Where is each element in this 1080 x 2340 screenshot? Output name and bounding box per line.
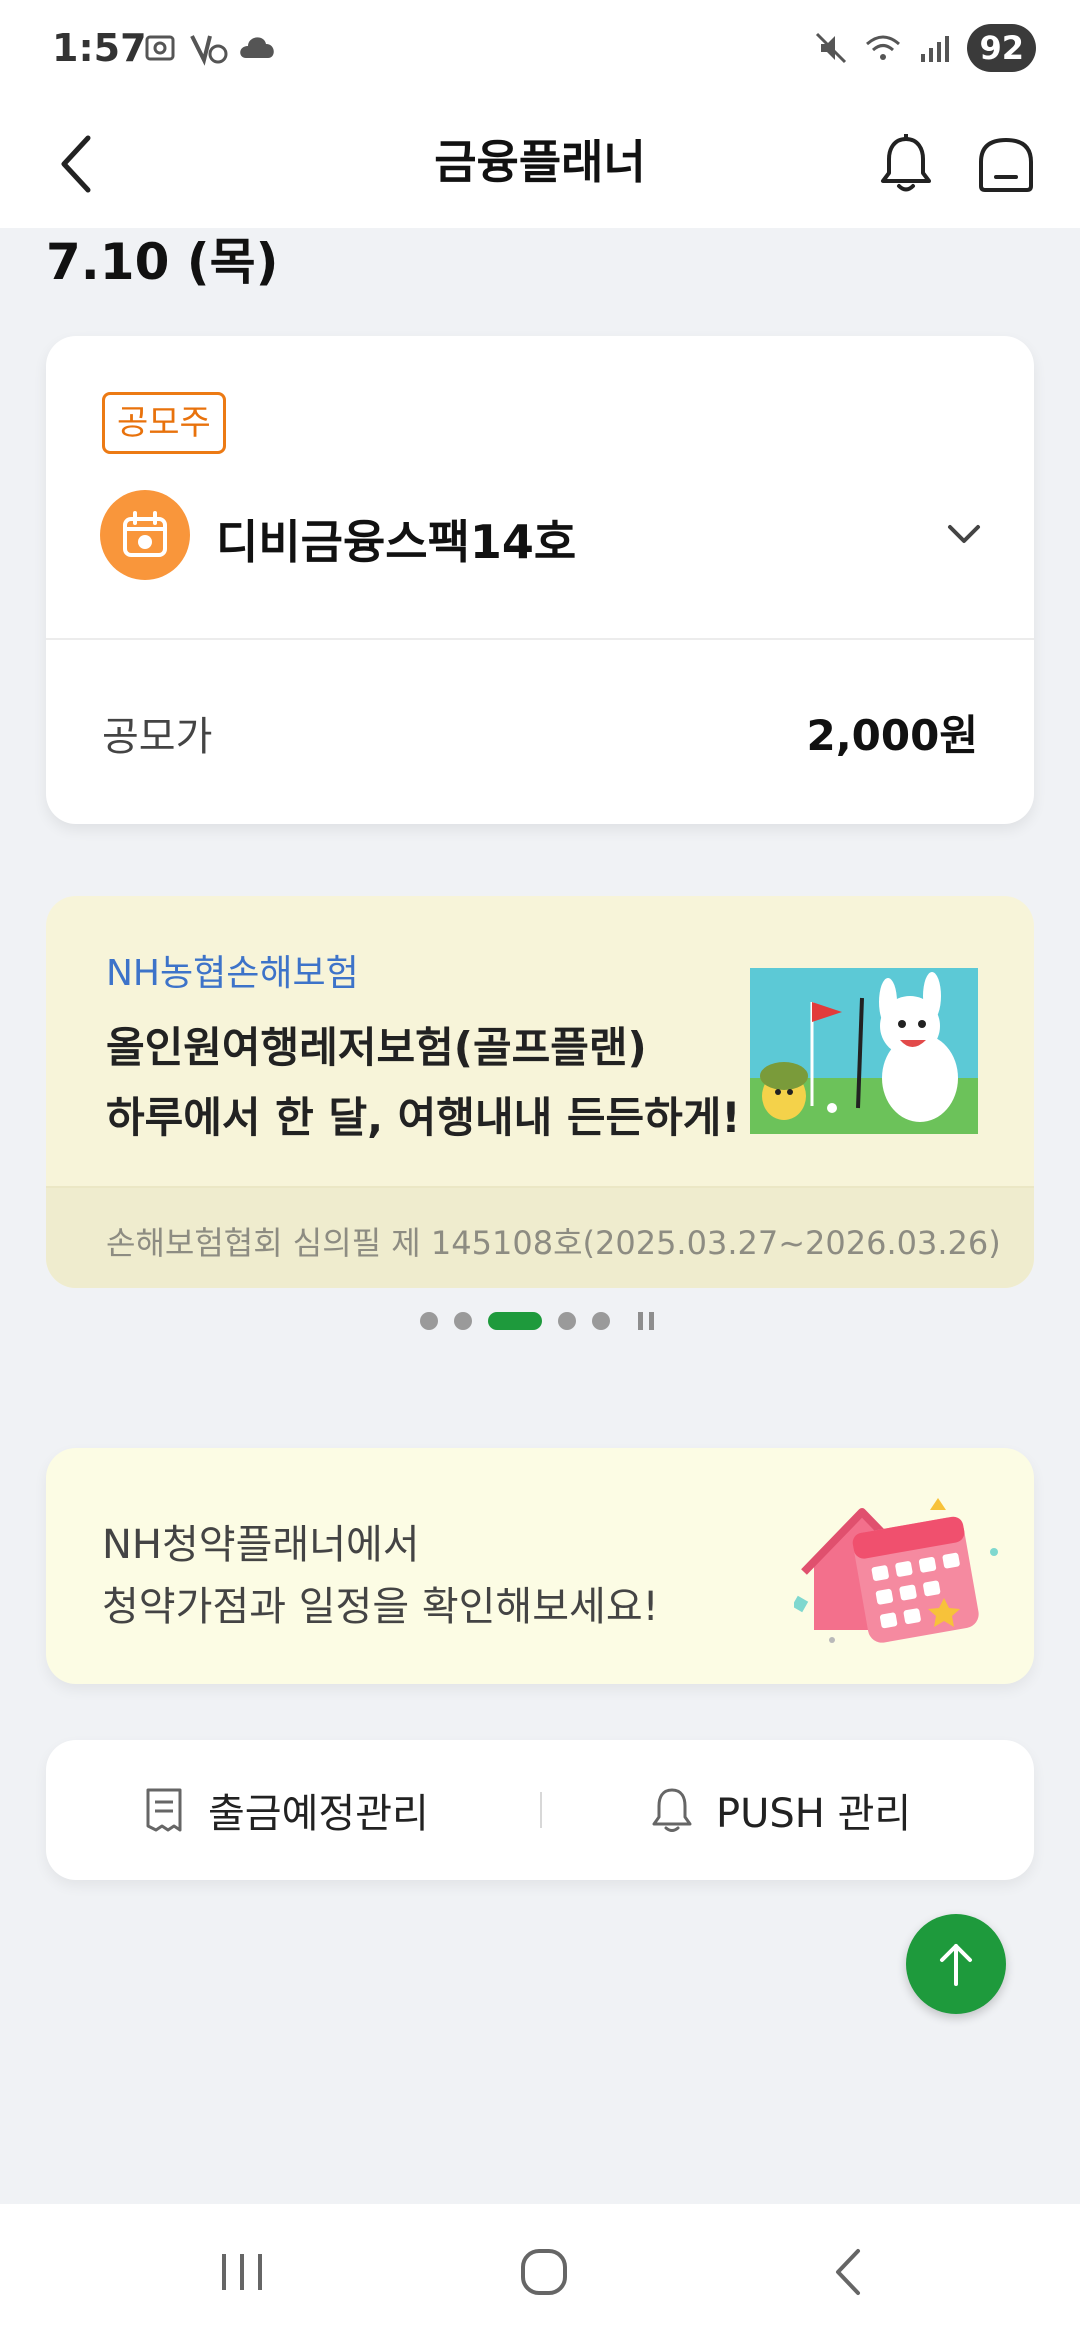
bell-icon xyxy=(652,1788,692,1832)
recent-apps-button[interactable] xyxy=(192,2232,292,2312)
calendar-icon xyxy=(100,490,190,580)
ipo-category-badge: 공모주 xyxy=(102,392,226,454)
back-arrow-icon xyxy=(836,2249,860,2295)
data-saver-icon xyxy=(190,35,228,66)
system-home-button[interactable] xyxy=(494,2232,594,2312)
subscription-planner-banner[interactable]: NH청약플래너에서 청약가점과 일정을 확인해보세요! xyxy=(46,1448,1034,1684)
system-navigation-bar xyxy=(0,2204,1080,2340)
home-button[interactable] xyxy=(966,120,1046,208)
house-calendar-illustration xyxy=(794,1498,998,1643)
subscription-banner-line2: 청약가점과 일정을 확인해보세요! xyxy=(102,1584,659,1630)
pager-dot-active[interactable] xyxy=(488,1312,542,1330)
ad-headline: 올인원여행레저보험(골프플랜) xyxy=(106,1023,647,1072)
receipt-icon xyxy=(146,1788,182,1832)
app-header: 금융플래너 xyxy=(0,100,1080,228)
status-time: 1:57 xyxy=(52,26,147,70)
pager-dot[interactable] xyxy=(454,1312,472,1330)
card-divider xyxy=(46,638,1034,640)
pager-dot[interactable] xyxy=(592,1312,610,1330)
home-icon xyxy=(979,137,1033,192)
notifications-button[interactable] xyxy=(866,120,946,208)
battery-level: 92 xyxy=(967,24,1036,72)
chevron-down-icon[interactable] xyxy=(942,512,986,556)
withdraw-schedule-label: 출금예정관리 xyxy=(208,1791,429,1837)
cloud-icon xyxy=(240,37,274,58)
ad-brand: NH농협손해보험 xyxy=(106,953,359,994)
schedule-date: 7.10 (목) xyxy=(46,233,279,291)
golf-character-illustration xyxy=(750,968,978,1134)
pager-dot[interactable] xyxy=(420,1312,438,1330)
subscription-banner-line1: NH청약플래너에서 xyxy=(102,1522,420,1568)
system-back-button[interactable] xyxy=(798,2232,898,2312)
action-divider xyxy=(540,1792,542,1828)
ipo-name: 디비금융스팩14호 xyxy=(216,515,577,569)
push-settings-button[interactable]: PUSH 관리 xyxy=(650,1740,911,1880)
scroll-to-top-button[interactable] xyxy=(906,1914,1006,2014)
ipo-price-value: 2,000원 xyxy=(806,711,979,760)
pager-dot[interactable] xyxy=(558,1312,576,1330)
bell-icon xyxy=(881,134,931,192)
status-bar: 1:57 92 xyxy=(0,0,1080,100)
status-notification-icons xyxy=(142,30,278,66)
withdraw-schedule-button[interactable]: 출금예정관리 xyxy=(142,1740,429,1880)
arrow-up-icon xyxy=(940,1944,972,1986)
mute-icon xyxy=(816,32,847,64)
signal-icon xyxy=(921,36,950,62)
pause-icon[interactable] xyxy=(638,1312,654,1330)
wifi-icon xyxy=(866,35,901,60)
ipo-card[interactable]: 공모주 디비금융스팩14호 공모가 2,000원 xyxy=(46,336,1034,824)
ipo-price-label: 공모가 xyxy=(102,714,213,760)
quick-actions-card: 출금예정관리 PUSH 관리 xyxy=(46,1740,1034,1880)
ad-disclaimer: 손해보험협회 심의필 제 145108호(2025.03.27~2026.03.… xyxy=(106,1224,1001,1262)
push-settings-label: PUSH 관리 xyxy=(716,1791,912,1837)
recent-apps-icon xyxy=(222,2254,262,2290)
status-system-icons: 92 xyxy=(813,24,1036,72)
ad-footer: 손해보험협회 심의필 제 145108호(2025.03.27~2026.03.… xyxy=(46,1186,1034,1288)
carousel-pager xyxy=(420,1312,654,1330)
screenshot-icon xyxy=(145,35,175,61)
home-circle-icon xyxy=(521,2249,567,2295)
ad-subheadline: 하루에서 한 달, 여행내내 든든하게! xyxy=(106,1093,741,1142)
insurance-ad-banner[interactable]: NH농협손해보험 올인원여행레저보험(골프플랜) 하루에서 한 달, 여행내내 … xyxy=(46,896,1034,1288)
